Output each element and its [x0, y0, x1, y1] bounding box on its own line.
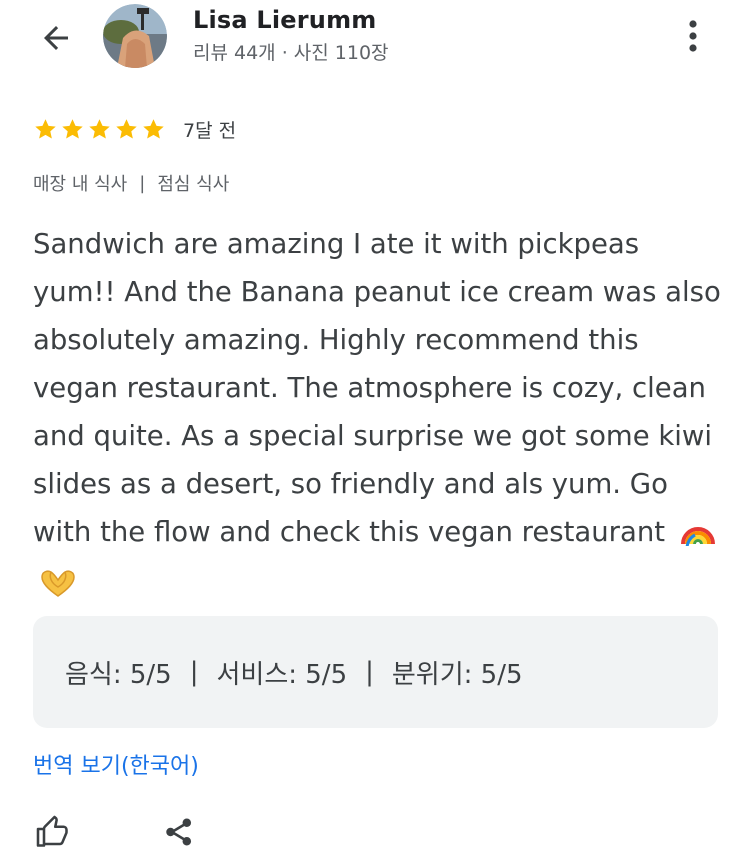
atmosphere-score: 분위기: 5/5 [391, 659, 523, 690]
thumbs-up-icon [36, 815, 68, 847]
like-button[interactable] [33, 810, 73, 854]
review-text: Sandwich are amazing I ate it with pickp… [33, 228, 721, 548]
rating-breakdown: 음식: 5/5 | 서비스: 5/5 | 분위기: 5/5 [33, 616, 718, 728]
star-rating [33, 117, 166, 142]
rainbow-icon [680, 513, 716, 561]
tag-lunch: 점심 식사 [157, 174, 230, 195]
review-text-block: Sandwich are amazing I ate it with pickp… [33, 220, 723, 614]
tag-separator: | [139, 172, 146, 194]
translate-link[interactable]: 번역 보기(한국어) [33, 748, 199, 780]
avatar[interactable] [103, 4, 167, 68]
star-icon [143, 118, 164, 138]
food-score: 음식: 5/5 [65, 659, 172, 690]
heart-hands-icon [39, 566, 77, 614]
tag-dine-in: 매장 내 식사 [33, 174, 128, 195]
more-vertical-icon [689, 20, 697, 52]
service-score: 서비스: 5/5 [216, 659, 348, 690]
user-review-count: 리뷰 44개 · 사진 110장 [193, 42, 389, 64]
back-button[interactable] [34, 18, 78, 58]
star-icon [62, 118, 83, 138]
share-icon [166, 818, 192, 846]
user-name[interactable]: Lisa Lierumm [193, 6, 377, 34]
score-separator: | [189, 657, 199, 687]
visit-tags: 매장 내 식사 | 점심 식사 [33, 170, 229, 196]
share-button[interactable] [159, 810, 199, 854]
score-separator: | [365, 657, 374, 687]
star-icon [89, 118, 110, 138]
more-options-button[interactable] [678, 14, 708, 58]
review-header: Lisa Lierumm 리뷰 44개 · 사진 110장 [0, 0, 750, 80]
review-date: 7달 전 [183, 119, 237, 142]
arrow-left-icon [44, 26, 68, 50]
profile-photo [103, 4, 167, 68]
review-actions [33, 808, 199, 856]
rating-row: 7달 전 [33, 114, 236, 144]
star-icon [116, 118, 137, 138]
star-icon [35, 118, 56, 138]
